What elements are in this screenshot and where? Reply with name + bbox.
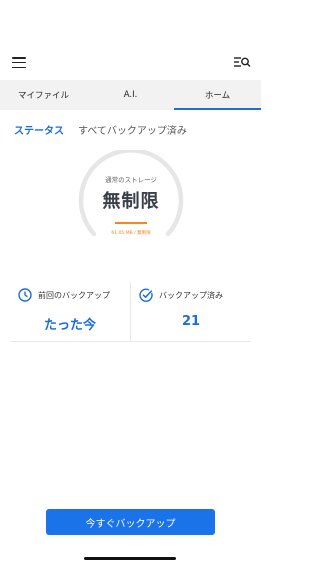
backup-now-button[interactable]: 今すぐバックアップ xyxy=(46,509,215,535)
subtab-status[interactable]: ステータス xyxy=(14,122,64,137)
last-backup-stat: 前回のバックアップ たった今 xyxy=(10,282,130,341)
subtab-all-backed-up[interactable]: すべてバックアップ済み xyxy=(78,122,187,137)
backup-stats: 前回のバックアップ たった今 バックアップ済み 21 xyxy=(10,282,251,342)
storage-usage-bar xyxy=(115,222,147,224)
last-backup-value: たった今 xyxy=(43,318,96,333)
tab-ai[interactable]: A.I. xyxy=(87,80,174,110)
sort-search-icon[interactable] xyxy=(233,55,251,71)
home-indicator xyxy=(84,557,176,560)
check-circle-icon xyxy=(139,288,153,302)
clock-icon xyxy=(18,288,32,302)
storage-usage-text: 61.05 MB / 無制限 xyxy=(111,231,151,236)
backed-up-stat: バックアップ済み 21 xyxy=(130,282,251,341)
tab-home[interactable]: ホーム xyxy=(174,80,261,110)
backed-up-label: バックアップ済み xyxy=(159,290,223,300)
app-screen: マイファイル A.I. ホーム ステータス すべてバックアップ済み 通常のストレ… xyxy=(0,0,261,567)
storage-value: 無制限 xyxy=(102,191,160,212)
sub-tabs: ステータス すべてバックアップ済み xyxy=(14,122,187,137)
hamburger-menu-icon[interactable] xyxy=(12,57,26,69)
storage-title: 通常のストレージ xyxy=(105,176,157,184)
tab-my-files[interactable]: マイファイル xyxy=(0,80,87,110)
top-bar xyxy=(0,50,261,78)
main-tabs: マイファイル A.I. ホーム xyxy=(0,80,261,110)
storage-gauge: 通常のストレージ 無制限 61.05 MB / 無制限 xyxy=(77,150,185,250)
backed-up-count: 21 xyxy=(181,314,201,329)
last-backup-label: 前回のバックアップ xyxy=(38,290,110,300)
